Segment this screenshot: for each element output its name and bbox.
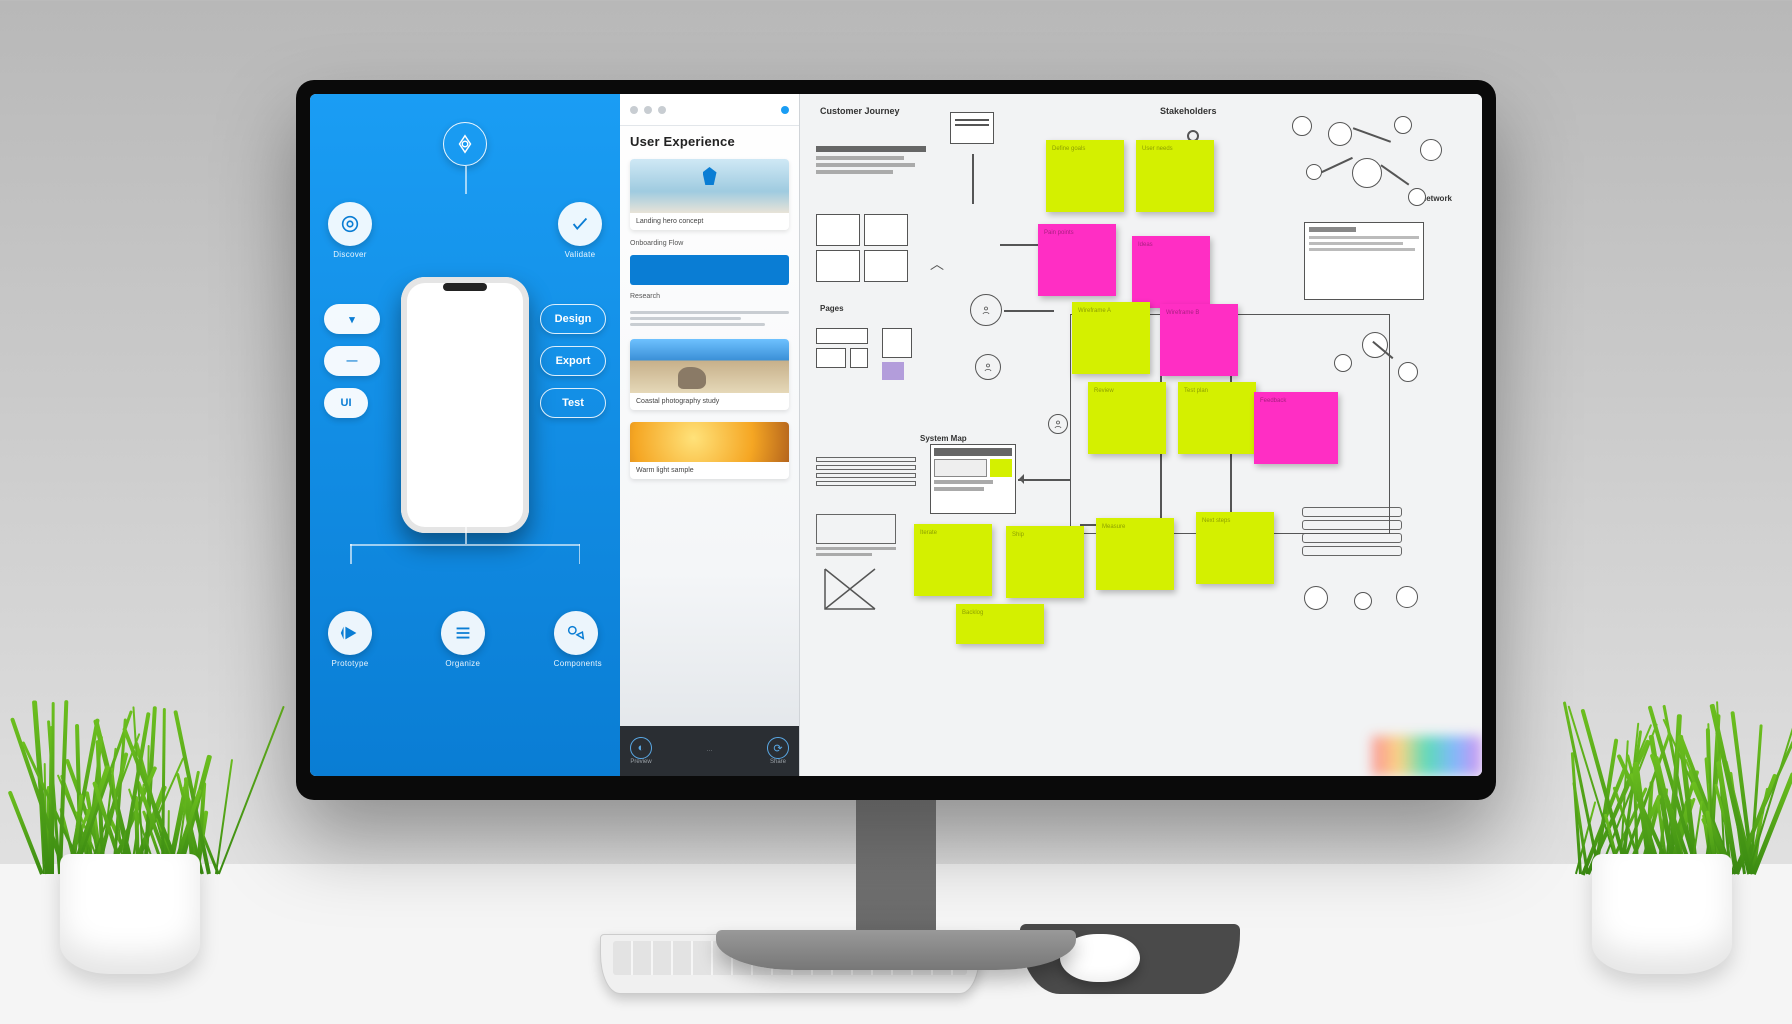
- color-swatch: [1372, 736, 1482, 776]
- wireframe-box[interactable]: [816, 328, 868, 344]
- canvas-label: Pages: [820, 304, 844, 313]
- status-dot-icon: [781, 106, 789, 114]
- pill-button[interactable]: ▾: [324, 304, 380, 334]
- wireframe-card[interactable]: [816, 514, 896, 559]
- card-caption: Warm light sample: [630, 462, 789, 479]
- monitor: Discover Validate ▾ — UI Design Export T…: [296, 80, 1496, 800]
- chevron-up-icon: ︿: [930, 254, 944, 274]
- user-node-icon[interactable]: [975, 354, 1001, 380]
- canvas-heading: Stakeholders: [1160, 106, 1217, 116]
- pill-button[interactable]: Test: [540, 388, 606, 418]
- sticky-note[interactable]: Iterate: [914, 524, 992, 596]
- wireframe-box[interactable]: [816, 142, 926, 198]
- sticky-note[interactable]: Wireframe B: [1160, 304, 1238, 376]
- toolbar-label: Preview: [630, 759, 652, 765]
- sticky-note[interactable]: Review: [1088, 382, 1166, 454]
- canvas-label: System Map: [920, 434, 967, 443]
- design-panel: Discover Validate ▾ — UI Design Export T…: [310, 94, 620, 776]
- bottom-toolbar: ◐ Preview ··· ⟳ Share: [620, 726, 799, 776]
- section-label: Onboarding Flow: [630, 240, 789, 247]
- sticky-note[interactable]: Feedback: [1254, 392, 1338, 464]
- pill-button[interactable]: Design: [540, 304, 606, 334]
- icon-label: Components: [554, 659, 602, 668]
- wireframe-box[interactable]: [816, 348, 846, 368]
- text-lines: [630, 308, 789, 329]
- pill-button[interactable]: Export: [540, 346, 606, 376]
- wireframe-panel[interactable]: [1304, 222, 1424, 300]
- target-icon[interactable]: [328, 202, 372, 246]
- card-caption: Landing hero concept: [630, 213, 789, 230]
- icon-label: Prototype: [328, 659, 372, 668]
- wireframe-list[interactable]: [816, 454, 916, 489]
- plant-decor: [20, 694, 240, 974]
- icon-label: Discover: [328, 250, 372, 259]
- sticky-note[interactable]: Backlog: [956, 604, 1044, 644]
- node-icon[interactable]: [1420, 139, 1442, 161]
- wireframe-box[interactable]: [864, 214, 908, 246]
- icon-label: Validate: [558, 250, 602, 259]
- wireframe-box[interactable]: [882, 328, 912, 358]
- section-label: Research: [630, 293, 789, 300]
- card-caption: Coastal photography study: [630, 393, 789, 410]
- cross-diagram-icon: [820, 564, 880, 614]
- whiteboard-canvas[interactable]: Customer Journey Stakeholders Network Pa…: [800, 94, 1482, 776]
- sticky-note[interactable]: Wireframe A: [1072, 302, 1150, 374]
- phone-mockup[interactable]: [401, 277, 529, 533]
- preview-card[interactable]: Landing hero concept: [630, 159, 789, 230]
- sticky-note[interactable]: User needs: [1136, 140, 1214, 212]
- check-icon[interactable]: [558, 202, 602, 246]
- ux-preview-panel: User Experience Landing hero concept Onb…: [620, 94, 800, 776]
- icon-label: Organize: [441, 659, 485, 668]
- toolbar-label: ···: [652, 748, 767, 754]
- panel-title: User Experience: [620, 126, 799, 153]
- wireframe-box[interactable]: [950, 112, 994, 144]
- sticky-note[interactable]: Ship: [1006, 526, 1084, 598]
- canvas-heading: Customer Journey: [820, 106, 900, 116]
- compass-icon[interactable]: [443, 122, 487, 166]
- sticky-note[interactable]: Pain points: [1038, 224, 1116, 296]
- block-item[interactable]: [630, 255, 789, 285]
- wireframe-box[interactable]: [864, 250, 908, 282]
- pill-button[interactable]: UI: [324, 388, 368, 418]
- screen: Discover Validate ▾ — UI Design Export T…: [310, 94, 1482, 776]
- node-icon[interactable]: [1352, 158, 1382, 188]
- preview-card[interactable]: Coastal photography study: [630, 339, 789, 410]
- toolbar-label: Share: [767, 759, 789, 765]
- wireframe-box[interactable]: [816, 250, 860, 282]
- node-icon[interactable]: [1408, 188, 1426, 206]
- pill-button[interactable]: —: [324, 346, 380, 376]
- preview-card[interactable]: Warm light sample: [630, 422, 789, 479]
- sticky-note[interactable]: Test plan: [1178, 382, 1256, 454]
- node-icon[interactable]: [1398, 362, 1418, 382]
- sticky-note[interactable]: Measure: [1096, 518, 1174, 590]
- sticky-note[interactable]: Ideas: [1132, 236, 1210, 308]
- window-controls: [620, 94, 799, 126]
- plant-decor: [1552, 694, 1772, 974]
- node-icon[interactable]: [1306, 164, 1322, 180]
- share-icon[interactable]: ⟳: [767, 737, 789, 759]
- sticky-note[interactable]: Next steps: [1196, 512, 1274, 584]
- wireframe-box[interactable]: [850, 348, 868, 368]
- wireframe-page[interactable]: [930, 444, 1016, 514]
- user-node-icon[interactable]: [1048, 414, 1068, 434]
- node-icon[interactable]: [1394, 116, 1412, 134]
- shapes-icon[interactable]: [554, 611, 598, 655]
- list-icon[interactable]: [441, 611, 485, 655]
- node-icon[interactable]: [1328, 122, 1352, 146]
- play-icon[interactable]: [328, 611, 372, 655]
- node-icon[interactable]: [1292, 116, 1312, 136]
- node-icon[interactable]: [1354, 592, 1372, 610]
- node-icon[interactable]: [1396, 586, 1418, 608]
- sticky-note[interactable]: Define goals: [1046, 140, 1124, 212]
- wireframe-box[interactable]: [882, 362, 904, 380]
- node-icon[interactable]: [1304, 586, 1328, 610]
- wireframe-box[interactable]: [816, 214, 860, 246]
- user-node-icon[interactable]: [970, 294, 1002, 326]
- preview-icon[interactable]: ◐: [630, 737, 652, 759]
